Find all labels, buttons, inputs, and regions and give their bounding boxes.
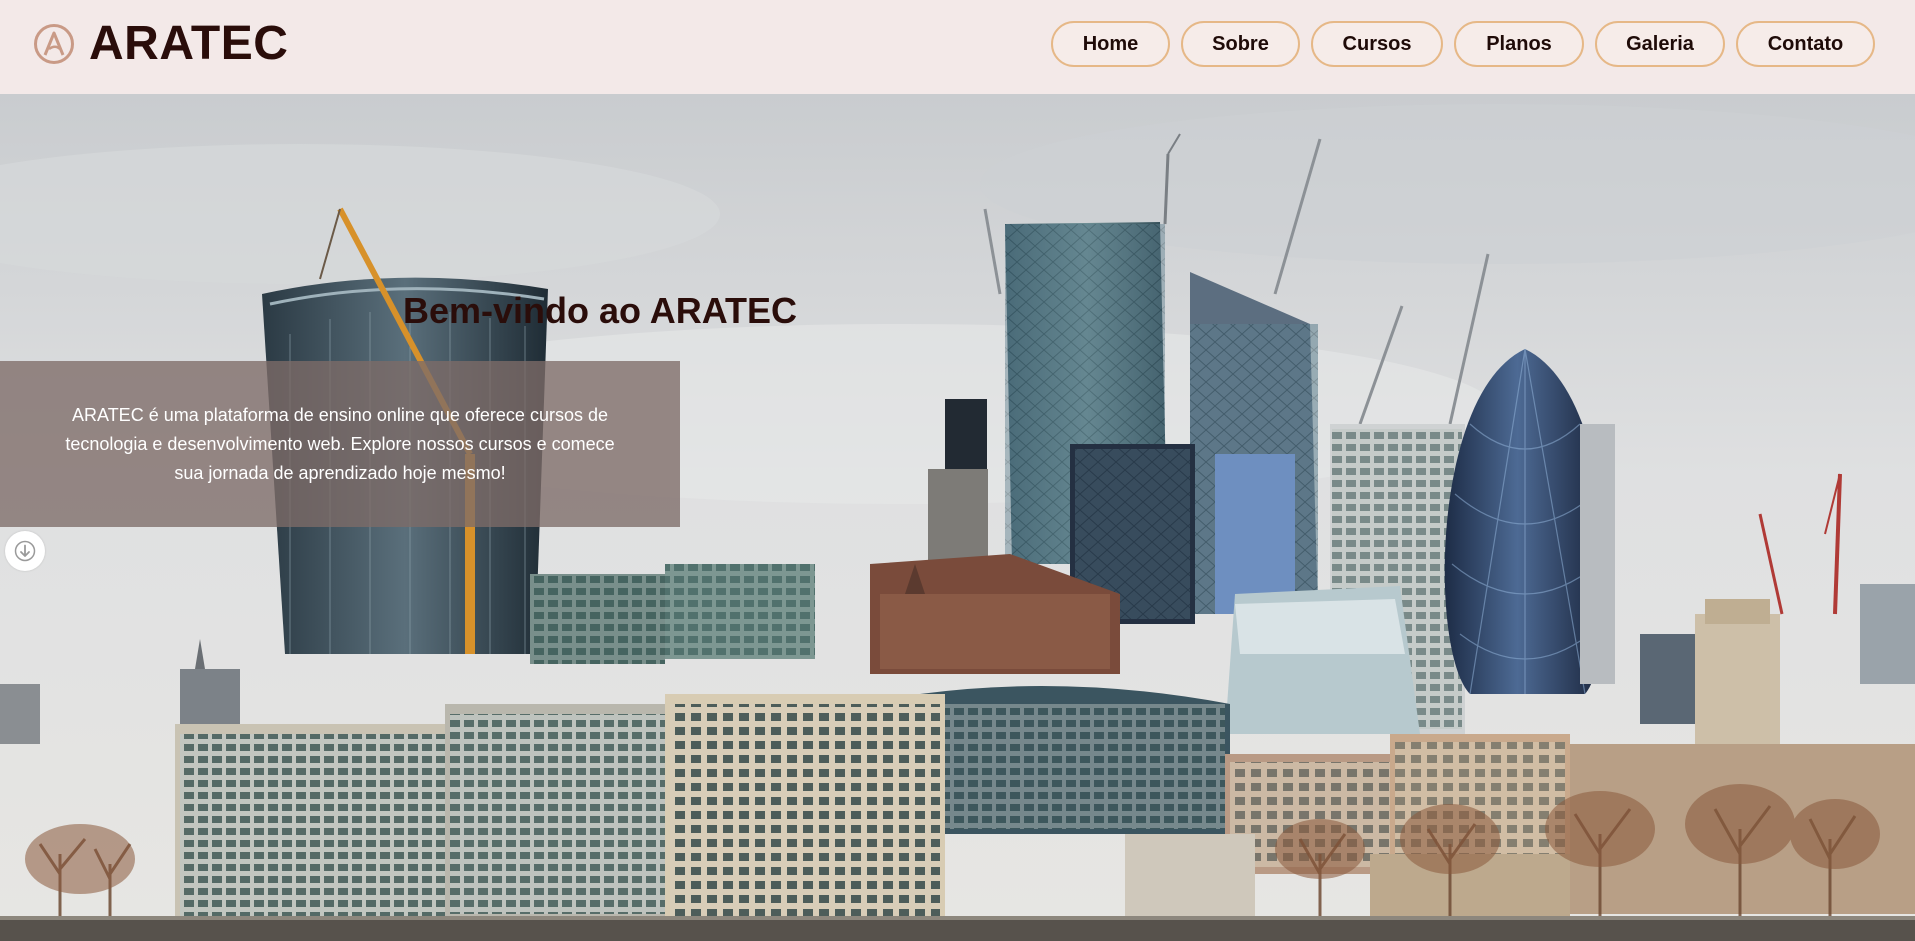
scroll-down-button[interactable] — [5, 531, 45, 571]
nav-home-button[interactable]: Home — [1051, 21, 1170, 67]
hero-description: ARATEC é uma plataforma de ensino online… — [65, 404, 615, 483]
brand-name: ARATEC — [89, 17, 289, 70]
hero-section: Bem-vindo ao ARATEC ARATEC é uma platafo… — [0, 94, 1915, 941]
main-nav: Home Sobre Cursos Planos Galeria Contato — [1051, 21, 1875, 67]
nav-contato-button[interactable]: Contato — [1736, 21, 1875, 67]
arrow-down-icon — [14, 540, 36, 562]
nav-cursos-button[interactable]: Cursos — [1311, 21, 1443, 67]
site-header: ARATEC Home Sobre Cursos Planos Galeria … — [0, 0, 1915, 94]
hero-description-panel: ARATEC é uma plataforma de ensino online… — [0, 361, 680, 527]
nav-sobre-button[interactable]: Sobre — [1181, 21, 1300, 67]
brand[interactable]: ARATEC — [33, 18, 288, 70]
aratec-logo-icon — [34, 24, 74, 64]
nav-planos-button[interactable]: Planos — [1454, 21, 1584, 67]
nav-galeria-button[interactable]: Galeria — [1595, 21, 1725, 67]
hero-title: Bem-vindo ao ARATEC — [403, 290, 798, 331]
